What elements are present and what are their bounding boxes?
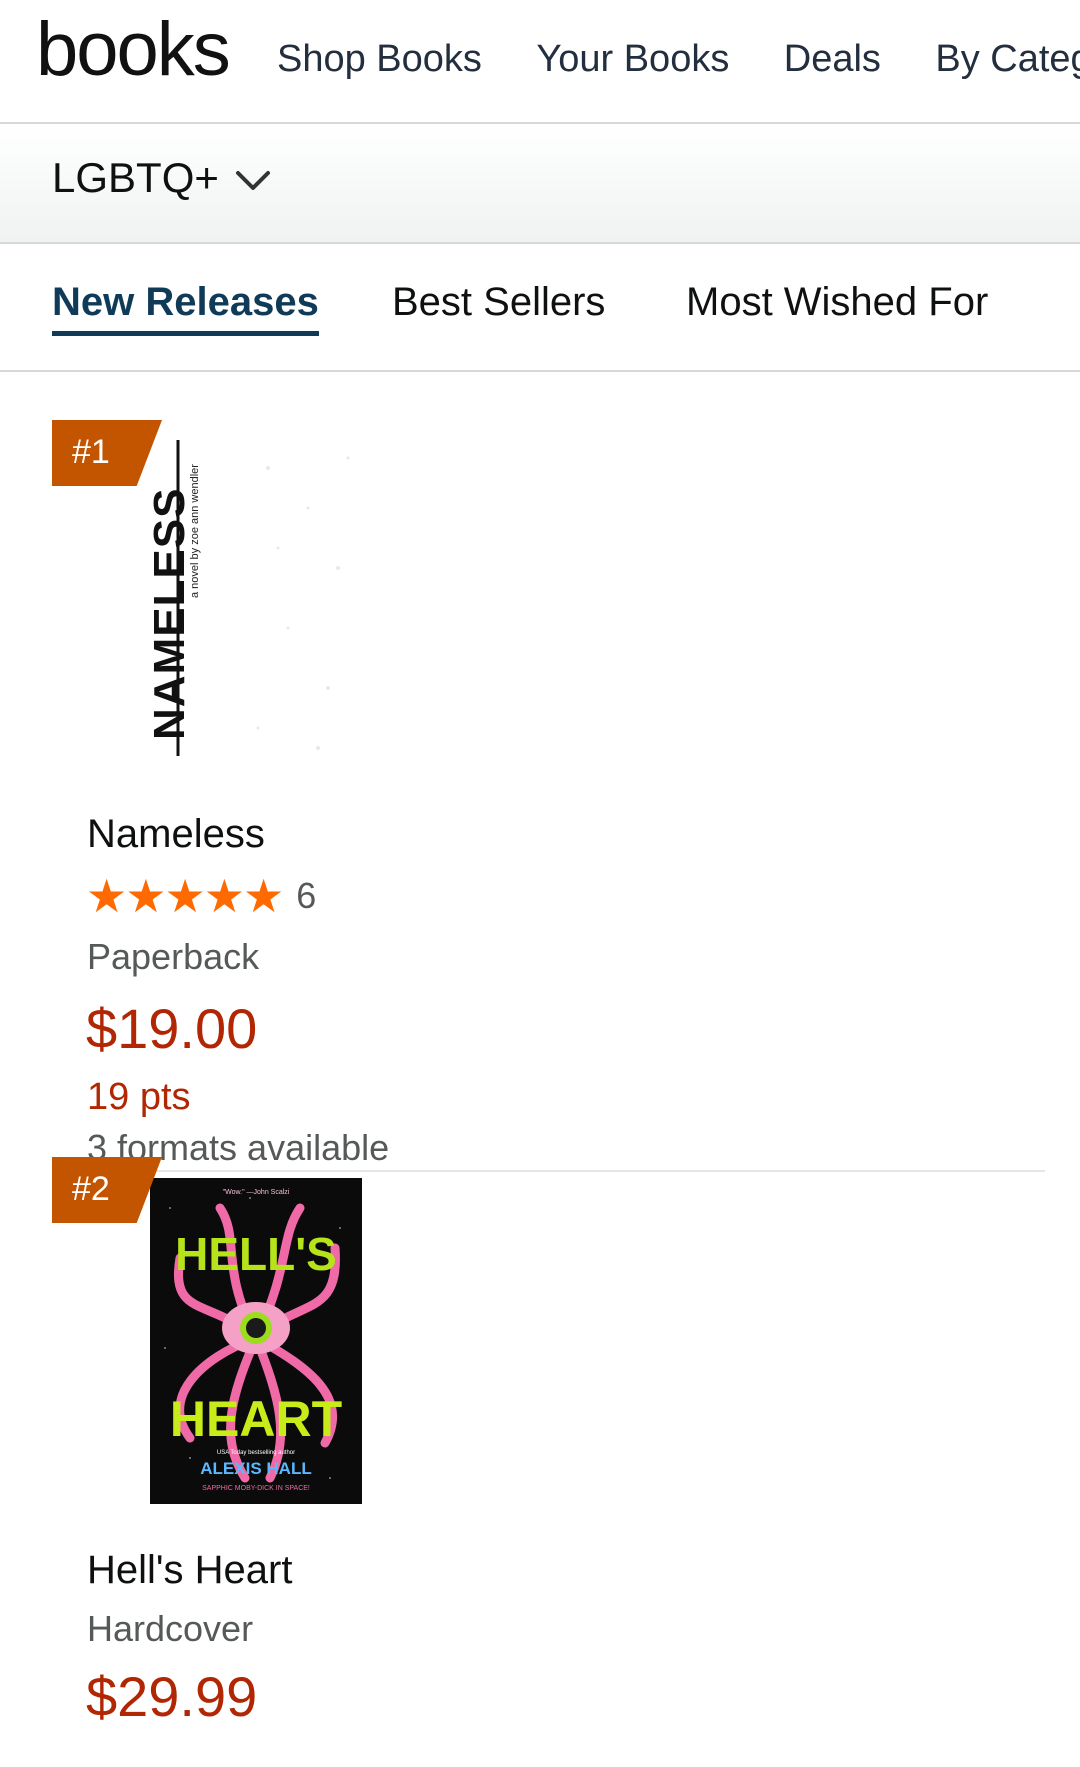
star-rating[interactable]: ★ ★ ★ ★ ★ 6 bbox=[86, 873, 316, 919]
category-dropdown[interactable]: LGBTQ+ bbox=[52, 154, 271, 202]
book-format: Paperback bbox=[87, 936, 260, 977]
divider bbox=[100, 1170, 1045, 1172]
star-icon: ★ bbox=[164, 870, 206, 922]
book-format: Hardcover bbox=[87, 1608, 254, 1649]
nav-by-category[interactable]: By Category bbox=[935, 38, 1080, 81]
nav-links: Shop Books Your Books Deals By Category bbox=[277, 38, 1080, 81]
nav-your-books[interactable]: Your Books bbox=[536, 38, 729, 81]
book-title[interactable]: Hell's Heart bbox=[87, 1548, 292, 1593]
tab-most-wished-for[interactable]: Most Wished For bbox=[686, 280, 988, 331]
hells-heart-cover-art: "Wow." —John Scalzi HELL'S HEART USA Tod… bbox=[150, 1178, 362, 1504]
list-tabs: New Releases Best Sellers Most Wished Fo… bbox=[0, 244, 1080, 372]
nameless-cover-art: NAMELESS a novel by zoe ann wendler bbox=[145, 428, 368, 764]
tab-best-sellers[interactable]: Best Sellers bbox=[392, 280, 605, 331]
svg-text:"Wow." —John Scalzi: "Wow." —John Scalzi bbox=[223, 1189, 290, 1196]
star-icon: ★ bbox=[86, 870, 128, 922]
book-cover-nameless[interactable]: NAMELESS a novel by zoe ann wendler bbox=[145, 428, 368, 764]
svg-text:HEART: HEART bbox=[170, 1391, 342, 1447]
chevron-down-icon bbox=[235, 171, 270, 190]
svg-text:SAPPHIC MOBY-DICK IN SPACE!: SAPPHIC MOBY-DICK IN SPACE! bbox=[202, 1485, 310, 1492]
category-label: LGBTQ+ bbox=[52, 154, 219, 201]
book-price: $19.00 bbox=[86, 997, 258, 1060]
book-price: $29.99 bbox=[86, 1665, 258, 1728]
book-title[interactable]: Nameless bbox=[87, 812, 265, 857]
tab-new-releases[interactable]: New Releases bbox=[52, 280, 319, 336]
top-nav: books Shop Books Your Books Deals By Cat… bbox=[0, 0, 1080, 124]
svg-text:a novel by zoe ann wendler: a novel by zoe ann wendler bbox=[189, 464, 201, 598]
svg-text:HELL'S: HELL'S bbox=[175, 1228, 337, 1280]
svg-text:ALEXIS HALL: ALEXIS HALL bbox=[200, 1459, 311, 1478]
book-cover-hells-heart[interactable]: "Wow." —John Scalzi HELL'S HEART USA Tod… bbox=[150, 1178, 362, 1504]
review-count: 6 bbox=[296, 875, 317, 916]
star-icon: ★ bbox=[125, 870, 167, 922]
star-icon: ★ bbox=[203, 870, 245, 922]
nav-deals[interactable]: Deals bbox=[784, 38, 881, 81]
rank-badge: #2 bbox=[52, 1157, 162, 1223]
svg-text:NAMELESS: NAMELESS bbox=[148, 488, 194, 740]
reward-points: 19 pts bbox=[87, 1076, 191, 1118]
rank-badge: #1 bbox=[52, 420, 162, 486]
category-bar: LGBTQ+ bbox=[0, 124, 1080, 244]
books-logo[interactable]: books bbox=[36, 12, 231, 88]
nav-shop-books[interactable]: Shop Books bbox=[277, 38, 482, 81]
star-icon: ★ bbox=[243, 870, 285, 922]
svg-text:USA Today bestselling author: USA Today bestselling author bbox=[217, 1450, 295, 1456]
